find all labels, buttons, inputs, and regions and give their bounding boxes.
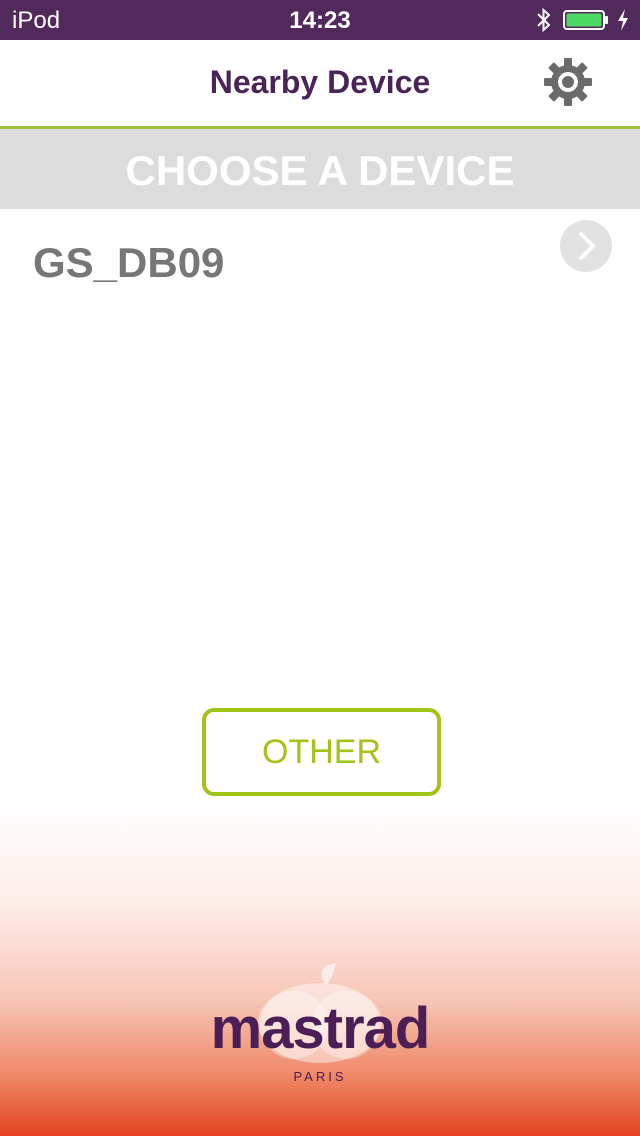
device-list-item[interactable]: GS_DB09: [0, 209, 640, 309]
bluetooth-icon: [537, 7, 551, 33]
other-button[interactable]: OTHER: [202, 708, 441, 796]
battery-full-icon: [563, 10, 608, 30]
charging-bolt-icon: [618, 9, 628, 31]
nav-bar: Nearby Device: [0, 40, 640, 129]
section-header: CHOOSE A DEVICE: [0, 129, 640, 209]
logo-brand: mastrad: [210, 996, 431, 1061]
device-name: GS_DB09: [33, 239, 225, 286]
gear-icon[interactable]: [543, 57, 593, 107]
status-bar: iPod 14:23: [0, 0, 640, 40]
mastrad-logo: mastrad PARIS: [190, 955, 450, 1095]
chevron-right-icon[interactable]: [559, 219, 613, 273]
logo-tagline: PARIS: [293, 1069, 347, 1084]
section-title: CHOOSE A DEVICE: [125, 147, 515, 194]
